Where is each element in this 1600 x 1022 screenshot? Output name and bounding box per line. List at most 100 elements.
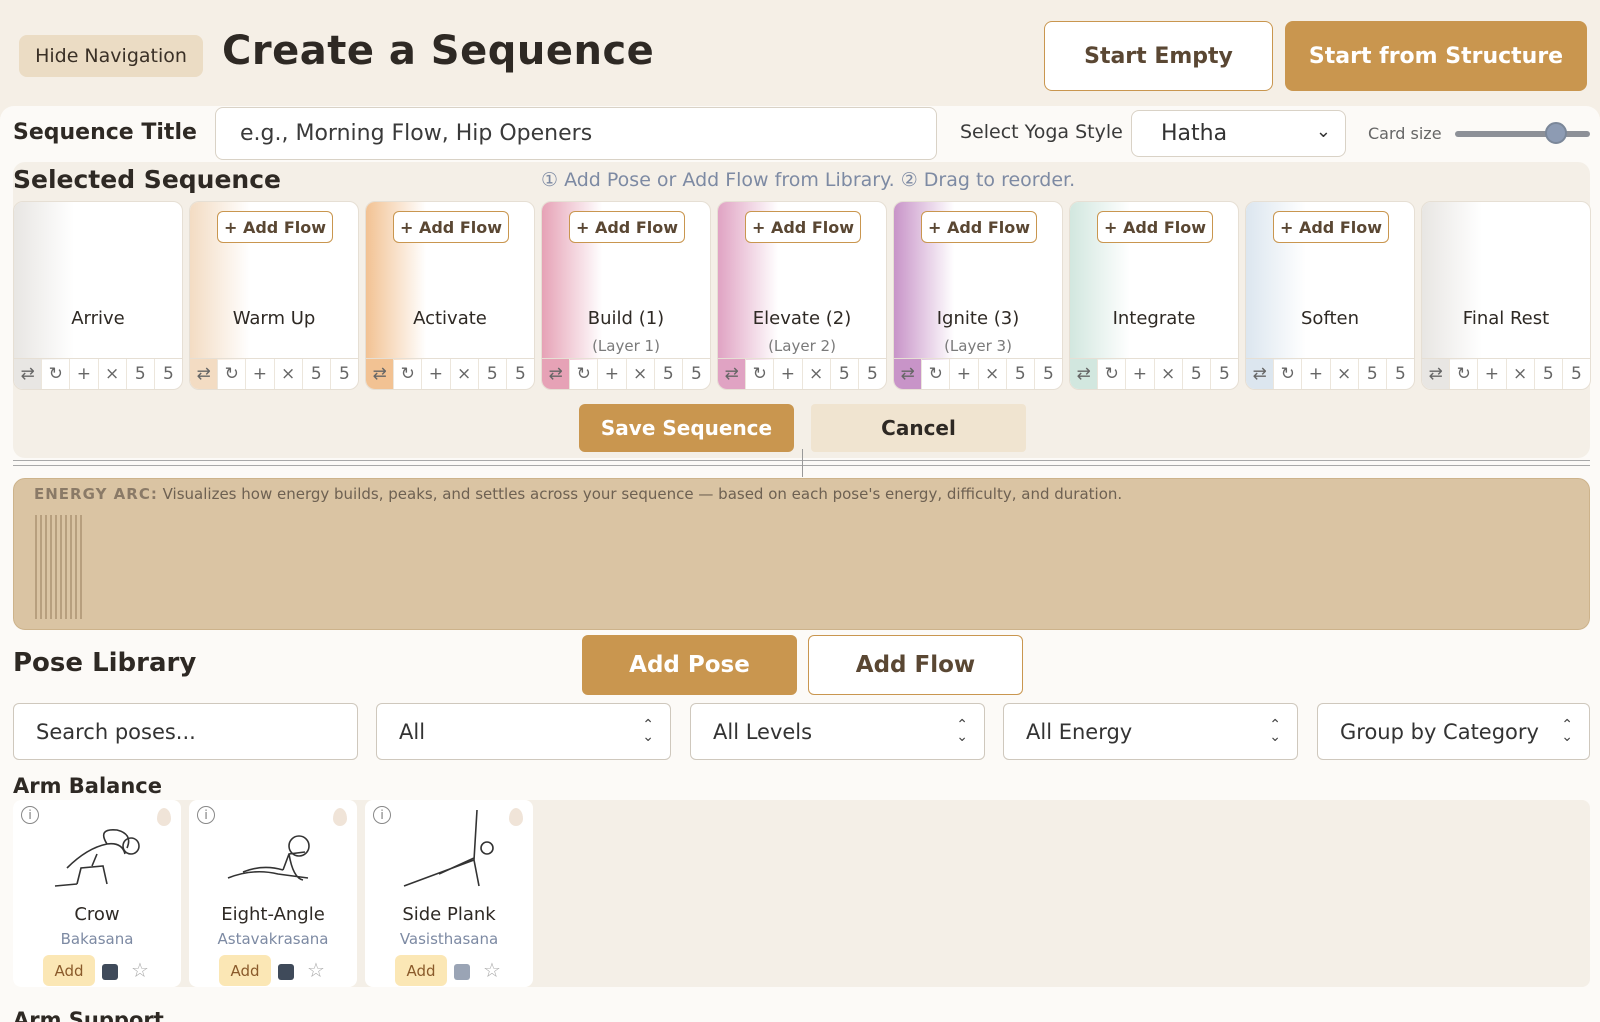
start-empty-button[interactable]: Start Empty — [1044, 21, 1273, 91]
stage-card[interactable]: + Add Flow Build (1) (Layer 1) ⇄ ↻ + × 5 5 — [541, 201, 711, 390]
stage-swap-icon[interactable]: ⇄ — [718, 359, 747, 389]
stage-swap-icon[interactable]: ⇄ — [366, 359, 395, 389]
stage-add-flow-button[interactable]: + Add Flow — [393, 211, 509, 243]
cancel-button[interactable]: Cancel — [811, 404, 1026, 452]
stage-repeat-value[interactable]: 5 — [331, 359, 358, 389]
search-poses-input[interactable]: Search poses... — [13, 703, 358, 760]
stage-refresh-icon[interactable]: ↻ — [922, 359, 951, 389]
stage-refresh-icon[interactable]: ↻ — [746, 359, 775, 389]
stage-card[interactable]: + Add Flow Warm Up ⇄ ↻ + × 5 5 — [189, 201, 359, 390]
yoga-style-label: Select Yoga Style — [960, 121, 1123, 143]
stage-add-flow-button[interactable]: + Add Flow — [745, 211, 861, 243]
star-icon[interactable]: ☆ — [131, 958, 149, 982]
stage-card[interactable]: Arrive ⇄ ↻ + × 5 5 — [13, 201, 183, 390]
divider-handle[interactable] — [802, 449, 803, 477]
stage-repeat-value[interactable]: 5 — [859, 359, 886, 389]
stage-close-icon[interactable]: × — [1155, 359, 1183, 389]
start-from-structure-button[interactable]: Start from Structure — [1285, 21, 1587, 91]
stage-swap-icon[interactable]: ⇄ — [894, 359, 923, 389]
stage-duration-value[interactable]: 5 — [1535, 359, 1563, 389]
star-icon[interactable]: ☆ — [307, 958, 325, 982]
add-pose-tab[interactable]: Add Pose — [582, 635, 797, 695]
stage-plus-icon[interactable]: + — [950, 359, 979, 389]
pose-card[interactable]: i Side Plank Vasisthasana Add ☆ — [365, 800, 533, 987]
stage-plus-icon[interactable]: + — [598, 359, 627, 389]
stage-close-icon[interactable]: × — [627, 359, 655, 389]
stage-card[interactable]: + Add Flow Elevate (2) (Layer 2) ⇄ ↻ + × 5 5 — [717, 201, 887, 390]
stage-swap-icon[interactable]: ⇄ — [190, 359, 219, 389]
stage-plus-icon[interactable]: + — [70, 359, 99, 389]
stage-repeat-value[interactable]: 5 — [1211, 359, 1238, 389]
stage-refresh-icon[interactable]: ↻ — [1274, 359, 1303, 389]
stage-repeat-value[interactable]: 5 — [507, 359, 534, 389]
stage-refresh-icon[interactable]: ↻ — [394, 359, 423, 389]
stage-repeat-value[interactable]: 5 — [1563, 359, 1590, 389]
stage-duration-value[interactable]: 5 — [831, 359, 859, 389]
add-pose-button[interactable]: Add — [219, 955, 271, 986]
stage-swap-icon[interactable]: ⇄ — [1070, 359, 1099, 389]
stage-duration-value[interactable]: 5 — [303, 359, 331, 389]
energy-filter-select[interactable]: All Energy ⌃ ⌄ — [1003, 703, 1298, 760]
stage-card[interactable]: + Add Flow Activate ⇄ ↻ + × 5 5 — [365, 201, 535, 390]
add-flow-tab[interactable]: Add Flow — [808, 635, 1023, 695]
info-icon[interactable]: i — [21, 806, 39, 824]
stage-add-flow-button[interactable]: + Add Flow — [921, 211, 1037, 243]
category-filter-select[interactable]: All ⌃ ⌄ — [376, 703, 671, 760]
stage-swap-icon[interactable]: ⇄ — [1422, 359, 1451, 389]
pose-card[interactable]: i Crow Bakasana Add ☆ — [13, 800, 181, 987]
stage-close-icon[interactable]: × — [99, 359, 127, 389]
stage-plus-icon[interactable]: + — [422, 359, 451, 389]
stage-repeat-value[interactable]: 5 — [155, 359, 182, 389]
stage-refresh-icon[interactable]: ↻ — [1098, 359, 1127, 389]
stage-repeat-value[interactable]: 5 — [683, 359, 710, 389]
stage-duration-value[interactable]: 5 — [127, 359, 155, 389]
info-icon[interactable]: i — [373, 806, 391, 824]
stage-plus-icon[interactable]: + — [774, 359, 803, 389]
stage-card[interactable]: + Add Flow Integrate ⇄ ↻ + × 5 5 — [1069, 201, 1239, 390]
stage-add-flow-button[interactable]: + Add Flow — [569, 211, 685, 243]
stage-close-icon[interactable]: × — [451, 359, 479, 389]
stage-card[interactable]: + Add Flow Ignite (3) (Layer 3) ⇄ ↻ + × 5 5 — [893, 201, 1063, 390]
stage-card[interactable]: + Add Flow Soften ⇄ ↻ + × 5 5 — [1245, 201, 1415, 390]
save-sequence-button[interactable]: Save Sequence — [579, 404, 794, 452]
stage-swap-icon[interactable]: ⇄ — [1246, 359, 1275, 389]
stage-plus-icon[interactable]: + — [1302, 359, 1331, 389]
add-pose-button[interactable]: Add — [43, 955, 95, 986]
stage-add-flow-button[interactable]: + Add Flow — [217, 211, 333, 243]
group-by-select[interactable]: Group by Category ⌃ ⌄ — [1317, 703, 1590, 760]
stage-card[interactable]: Final Rest ⇄ ↻ + × 5 5 — [1421, 201, 1591, 390]
stage-close-icon[interactable]: × — [803, 359, 831, 389]
stage-duration-value[interactable]: 5 — [1007, 359, 1035, 389]
hide-navigation-button[interactable]: Hide Navigation — [19, 35, 203, 77]
stage-refresh-icon[interactable]: ↻ — [1450, 359, 1479, 389]
stage-repeat-value[interactable]: 5 — [1387, 359, 1414, 389]
stage-refresh-icon[interactable]: ↻ — [218, 359, 247, 389]
card-size-slider-track[interactable] — [1455, 131, 1590, 137]
level-filter-select[interactable]: All Levels ⌃ ⌄ — [690, 703, 985, 760]
stage-duration-value[interactable]: 5 — [479, 359, 507, 389]
stage-duration-value[interactable]: 5 — [1359, 359, 1387, 389]
star-icon[interactable]: ☆ — [483, 958, 501, 982]
info-icon[interactable]: i — [197, 806, 215, 824]
stage-repeat-value[interactable]: 5 — [1035, 359, 1062, 389]
pose-card[interactable]: i Eight-Angle Astavakrasana Add ☆ — [189, 800, 357, 987]
stage-close-icon[interactable]: × — [1507, 359, 1535, 389]
stage-plus-icon[interactable]: + — [1126, 359, 1155, 389]
stage-close-icon[interactable]: × — [979, 359, 1007, 389]
sequence-title-input[interactable] — [215, 107, 937, 160]
stage-refresh-icon[interactable]: ↻ — [42, 359, 71, 389]
stage-plus-icon[interactable]: + — [1478, 359, 1507, 389]
stage-close-icon[interactable]: × — [1331, 359, 1359, 389]
stage-refresh-icon[interactable]: ↻ — [570, 359, 599, 389]
yoga-style-select[interactable]: Hatha ⌄ — [1131, 110, 1346, 157]
stage-swap-icon[interactable]: ⇄ — [14, 359, 43, 389]
stage-swap-icon[interactable]: ⇄ — [542, 359, 571, 389]
stage-close-icon[interactable]: × — [275, 359, 303, 389]
stage-duration-value[interactable]: 5 — [1183, 359, 1211, 389]
stage-add-flow-button[interactable]: + Add Flow — [1273, 211, 1389, 243]
stage-add-flow-button[interactable]: + Add Flow — [1097, 211, 1213, 243]
add-pose-button[interactable]: Add — [395, 955, 447, 986]
card-size-slider-thumb[interactable] — [1545, 122, 1567, 144]
stage-duration-value[interactable]: 5 — [655, 359, 683, 389]
stage-plus-icon[interactable]: + — [246, 359, 275, 389]
